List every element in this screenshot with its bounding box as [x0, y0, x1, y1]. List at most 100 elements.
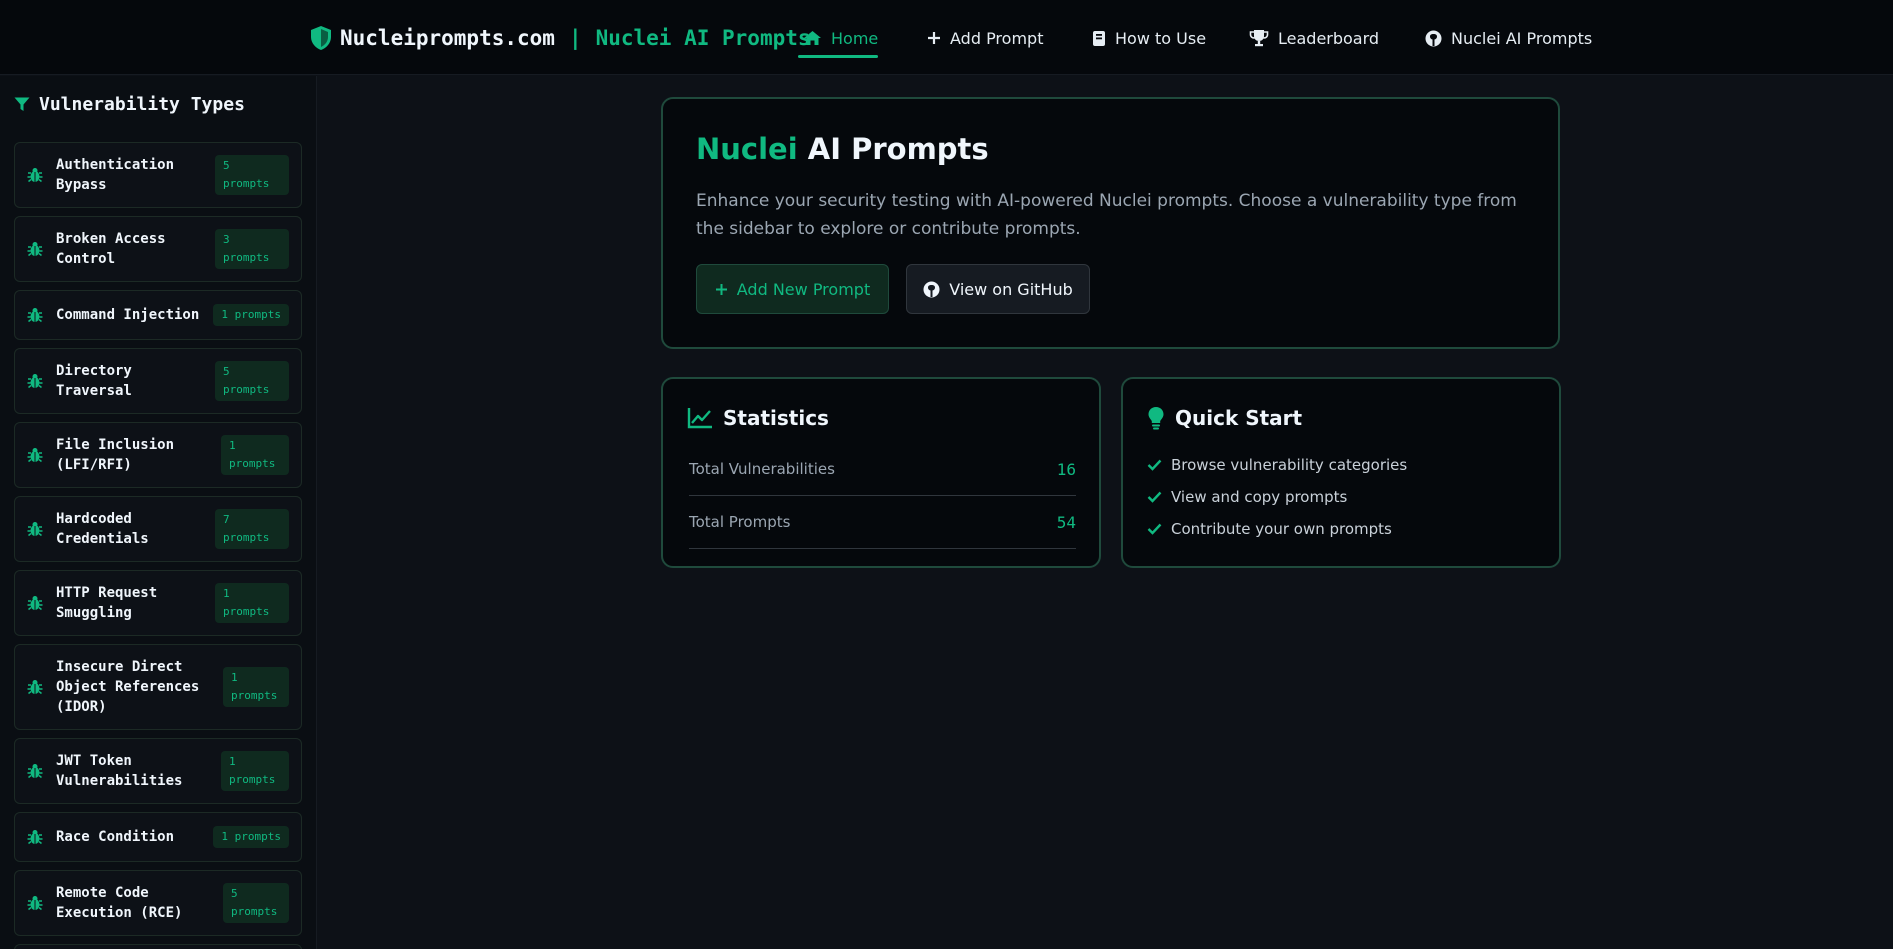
hero-title-rest: AI Prompts: [807, 132, 989, 166]
check-icon: [1147, 491, 1162, 503]
github-icon: [923, 281, 940, 298]
sidebar-item-broken-access-control[interactable]: Broken Access Control 3 prompts: [14, 216, 302, 282]
hero-title: Nuclei AI Prompts: [696, 132, 989, 166]
prompt-count-badge: 5 prompts: [223, 883, 289, 923]
quick-start-item-label: Contribute your own prompts: [1171, 520, 1392, 538]
sidebar-item-jwt-token-vulnerabilities[interactable]: JWT Token Vulnerabilities 1 prompts: [14, 738, 302, 804]
hero-description: Enhance your security testing with AI-po…: [696, 191, 1517, 239]
nav-how-to-use[interactable]: How to Use: [1092, 24, 1206, 52]
quick-start-title: Quick Start: [1147, 406, 1302, 430]
trophy-icon: [1249, 29, 1269, 47]
prompt-count-badge: 1 prompts: [215, 583, 289, 623]
prompt-count-badge: 1 prompts: [213, 304, 289, 326]
sidebar-item-label: Remote Code Execution (RCE): [56, 885, 183, 921]
plus-icon: [715, 283, 728, 296]
nav-home-label: Home: [831, 28, 879, 48]
brand-separator: |: [568, 26, 582, 50]
sidebar-item-file-inclusion[interactable]: File Inclusion (LFI/RFI) 1 prompts: [14, 422, 302, 488]
sidebar-title-label: Vulnerability Types: [39, 94, 245, 115]
bug-icon: [27, 521, 43, 537]
hero-card: Nuclei AI Prompts Enhance your security …: [661, 97, 1560, 349]
top-navbar: Nucleiprompts.com | Nuclei AI Prompts Ho…: [0, 0, 1893, 75]
stat-row-total-vulnerabilities: Total Vulnerabilities 16: [689, 443, 1076, 496]
vulnerability-list: Authentication Bypass 5 prompts Broken A…: [14, 142, 302, 949]
filter-icon: [14, 97, 30, 112]
add-new-prompt-button[interactable]: Add New Prompt: [696, 264, 889, 314]
check-icon: [1147, 459, 1162, 471]
prompt-count-badge: 7 prompts: [215, 509, 289, 549]
book-icon: [1092, 30, 1106, 47]
sidebar-item-label: Directory Traversal: [56, 363, 132, 399]
hero-title-accent: Nuclei: [696, 132, 798, 166]
statistics-card: Statistics Total Vulnerabilities 16 Tota…: [661, 377, 1101, 568]
sidebar-item-hardcoded-credentials[interactable]: Hardcoded Credentials 7 prompts: [14, 496, 302, 562]
bug-icon: [27, 307, 43, 323]
quick-start-item: View and copy prompts: [1147, 481, 1407, 513]
check-icon: [1147, 523, 1162, 535]
quick-start-item-label: View and copy prompts: [1171, 488, 1348, 506]
quick-start-item: Contribute your own prompts: [1147, 513, 1407, 545]
add-new-prompt-label: Add New Prompt: [736, 279, 871, 299]
prompt-count-badge: 1 prompts: [221, 751, 289, 791]
sidebar-item-authentication-bypass[interactable]: Authentication Bypass 5 prompts: [14, 142, 302, 208]
sidebar-item-label: HTTP Request Smuggling: [56, 585, 158, 621]
nav-leaderboard[interactable]: Leaderboard: [1249, 24, 1379, 52]
prompt-count-badge: 3 prompts: [215, 229, 289, 269]
bug-icon: [27, 763, 43, 779]
sidebar-item-label: Authentication Bypass: [56, 157, 175, 193]
plus-icon: [927, 31, 941, 45]
brand-name: Nucleiprompts.com: [340, 26, 555, 50]
quick-start-title-label: Quick Start: [1175, 406, 1303, 430]
nav-home[interactable]: Home: [803, 24, 878, 52]
sidebar-item-partial[interactable]: [14, 944, 302, 949]
quick-start-item-label: Browse vulnerability categories: [1171, 456, 1408, 474]
view-on-github-label: View on GitHub: [949, 279, 1073, 299]
bug-icon: [27, 447, 43, 463]
quick-start-item: Browse vulnerability categories: [1147, 449, 1407, 481]
nav-add-prompt[interactable]: Add Prompt: [927, 24, 1043, 52]
sidebar-item-remote-code-execution[interactable]: Remote Code Execution (RCE) 5 prompts: [14, 870, 302, 936]
nav-github-label: Nuclei AI Prompts: [1451, 28, 1593, 48]
sidebar: Vulnerability Types Authentication Bypas…: [0, 76, 317, 949]
nav-add-prompt-label: Add Prompt: [950, 28, 1044, 48]
bug-icon: [27, 829, 43, 845]
sidebar-item-label: Insecure Direct Object References (IDOR): [56, 659, 200, 715]
quick-start-list: Browse vulnerability categories View and…: [1147, 449, 1407, 545]
bug-icon: [27, 241, 43, 257]
statistics-title: Statistics: [687, 406, 829, 430]
sidebar-item-label: File Inclusion (LFI/RFI): [56, 437, 175, 473]
home-icon: [803, 30, 822, 46]
prompt-count-badge: 5 prompts: [215, 361, 289, 401]
sidebar-item-label: Hardcoded Credentials: [56, 511, 149, 547]
stat-value: 16: [1056, 459, 1076, 479]
bug-icon: [27, 595, 43, 611]
shield-icon: [310, 25, 332, 51]
sidebar-item-label: Race Condition: [56, 829, 175, 845]
lightbulb-icon: [1147, 406, 1165, 430]
brand[interactable]: Nucleiprompts.com | Nuclei AI Prompts: [310, 24, 811, 52]
brand-subtitle: Nuclei AI Prompts: [595, 26, 811, 50]
sidebar-item-directory-traversal[interactable]: Directory Traversal 5 prompts: [14, 348, 302, 414]
prompt-count-badge: 1 prompts: [213, 826, 289, 848]
stat-row-total-prompts: Total Prompts 54: [689, 496, 1076, 549]
sidebar-item-command-injection[interactable]: Command Injection 1 prompts: [14, 290, 302, 340]
view-on-github-button[interactable]: View on GitHub: [906, 264, 1090, 314]
bug-icon: [27, 373, 43, 389]
sidebar-item-label: JWT Token Vulnerabilities: [56, 753, 183, 789]
prompt-count-badge: 5 prompts: [215, 155, 289, 195]
chart-line-icon: [687, 407, 713, 429]
sidebar-item-http-request-smuggling[interactable]: HTTP Request Smuggling 1 prompts: [14, 570, 302, 636]
active-nav-indicator: [798, 55, 878, 58]
stat-label: Total Prompts: [689, 513, 791, 531]
nav-leaderboard-label: Leaderboard: [1278, 28, 1380, 48]
stat-value: 54: [1056, 512, 1076, 532]
nav-github[interactable]: Nuclei AI Prompts: [1425, 24, 1592, 52]
bug-icon: [27, 679, 43, 695]
sidebar-item-idor[interactable]: Insecure Direct Object References (IDOR)…: [14, 644, 302, 730]
sidebar-item-race-condition[interactable]: Race Condition 1 prompts: [14, 812, 302, 862]
sidebar-title: Vulnerability Types: [14, 94, 245, 115]
github-icon: [1425, 30, 1442, 47]
nav-how-to-use-label: How to Use: [1115, 28, 1207, 48]
bug-icon: [27, 167, 43, 183]
prompt-count-badge: 1 prompts: [221, 435, 289, 475]
